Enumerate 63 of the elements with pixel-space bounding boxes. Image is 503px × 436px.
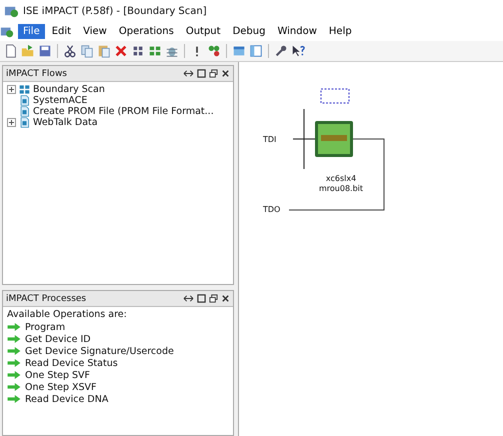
tree-item[interactable]: WebTalk Data bbox=[33, 117, 98, 128]
document-icon bbox=[19, 95, 30, 106]
menu-item[interactable]: Help bbox=[324, 24, 357, 39]
wrench-icon[interactable] bbox=[274, 44, 288, 58]
delete-icon[interactable] bbox=[114, 44, 128, 58]
expand-icon[interactable] bbox=[7, 118, 16, 127]
panel-icon[interactable] bbox=[249, 44, 263, 58]
menu-item[interactable]: Debug bbox=[228, 24, 270, 39]
menu-item[interactable]: Edit bbox=[46, 24, 76, 39]
process-item[interactable]: Program bbox=[25, 322, 66, 332]
close-icon[interactable] bbox=[221, 294, 230, 303]
move-icon[interactable] bbox=[183, 294, 194, 303]
device-label-box bbox=[320, 88, 350, 104]
menu-item[interactable]: View bbox=[78, 24, 112, 39]
maximize-icon[interactable] bbox=[197, 69, 206, 78]
process-item[interactable]: Get Device ID bbox=[25, 334, 91, 344]
tdi-label: TDI bbox=[263, 135, 276, 144]
arrow-icon bbox=[7, 335, 21, 343]
process-item[interactable]: Read Device DNA bbox=[25, 394, 108, 404]
app-icon[interactable] bbox=[0, 24, 14, 38]
expand-icon[interactable] bbox=[7, 85, 16, 94]
process-item[interactable]: One Step XSVF bbox=[25, 382, 97, 392]
arrow-icon bbox=[7, 347, 21, 355]
menu-item[interactable]: Window bbox=[272, 24, 322, 39]
tdi-wire bbox=[292, 108, 318, 170]
maximize-icon[interactable] bbox=[197, 294, 206, 303]
close-icon[interactable] bbox=[221, 69, 230, 78]
list-heading: Available Operations are: bbox=[7, 309, 128, 320]
move-icon[interactable] bbox=[183, 69, 194, 78]
paste-icon[interactable] bbox=[97, 44, 111, 58]
process-item[interactable]: Get Device Signature/Usercode bbox=[25, 346, 174, 356]
chip-drawing[interactable] bbox=[315, 121, 353, 157]
tree-item[interactable]: Boundary Scan bbox=[33, 84, 105, 95]
grid-icon[interactable] bbox=[131, 44, 145, 58]
restore-icon[interactable] bbox=[209, 294, 218, 303]
help-icon[interactable] bbox=[291, 44, 305, 58]
panel-title: iMPACT Processes bbox=[6, 294, 86, 304]
network-icon[interactable] bbox=[207, 44, 221, 58]
panel-title: iMPACT Flows bbox=[6, 68, 67, 78]
device-part: xc6slx4 bbox=[326, 174, 356, 183]
arrow-icon bbox=[7, 323, 21, 331]
document-icon bbox=[19, 117, 30, 128]
menu-item[interactable]: Operations bbox=[114, 24, 179, 39]
arrow-icon bbox=[7, 395, 21, 403]
scissors-icon[interactable] bbox=[63, 44, 77, 58]
tdo-label: TDO bbox=[263, 205, 280, 214]
window-title: ISE iMPACT (P.58f) - [Boundary Scan] bbox=[23, 6, 207, 16]
process-item[interactable]: One Step SVF bbox=[25, 370, 90, 380]
device-file: mrou08.bit bbox=[319, 184, 364, 193]
restore-icon[interactable] bbox=[209, 69, 218, 78]
arrow-icon bbox=[7, 383, 21, 391]
process-item[interactable]: Read Device Status bbox=[25, 358, 118, 368]
tree-item[interactable]: SystemACE bbox=[33, 95, 88, 106]
new-file-icon[interactable] bbox=[4, 44, 18, 58]
document-icon bbox=[19, 106, 30, 117]
menu-item[interactable]: Output bbox=[180, 24, 226, 39]
folder-icon[interactable] bbox=[21, 44, 35, 58]
menu-item[interactable]: File bbox=[18, 24, 45, 39]
save-icon[interactable] bbox=[38, 44, 52, 58]
arrow-icon bbox=[7, 359, 21, 367]
window-icon[interactable] bbox=[232, 44, 246, 58]
tree-item[interactable]: Create PROM File (PROM File Format... bbox=[33, 106, 214, 117]
arrow-icon bbox=[7, 371, 21, 379]
